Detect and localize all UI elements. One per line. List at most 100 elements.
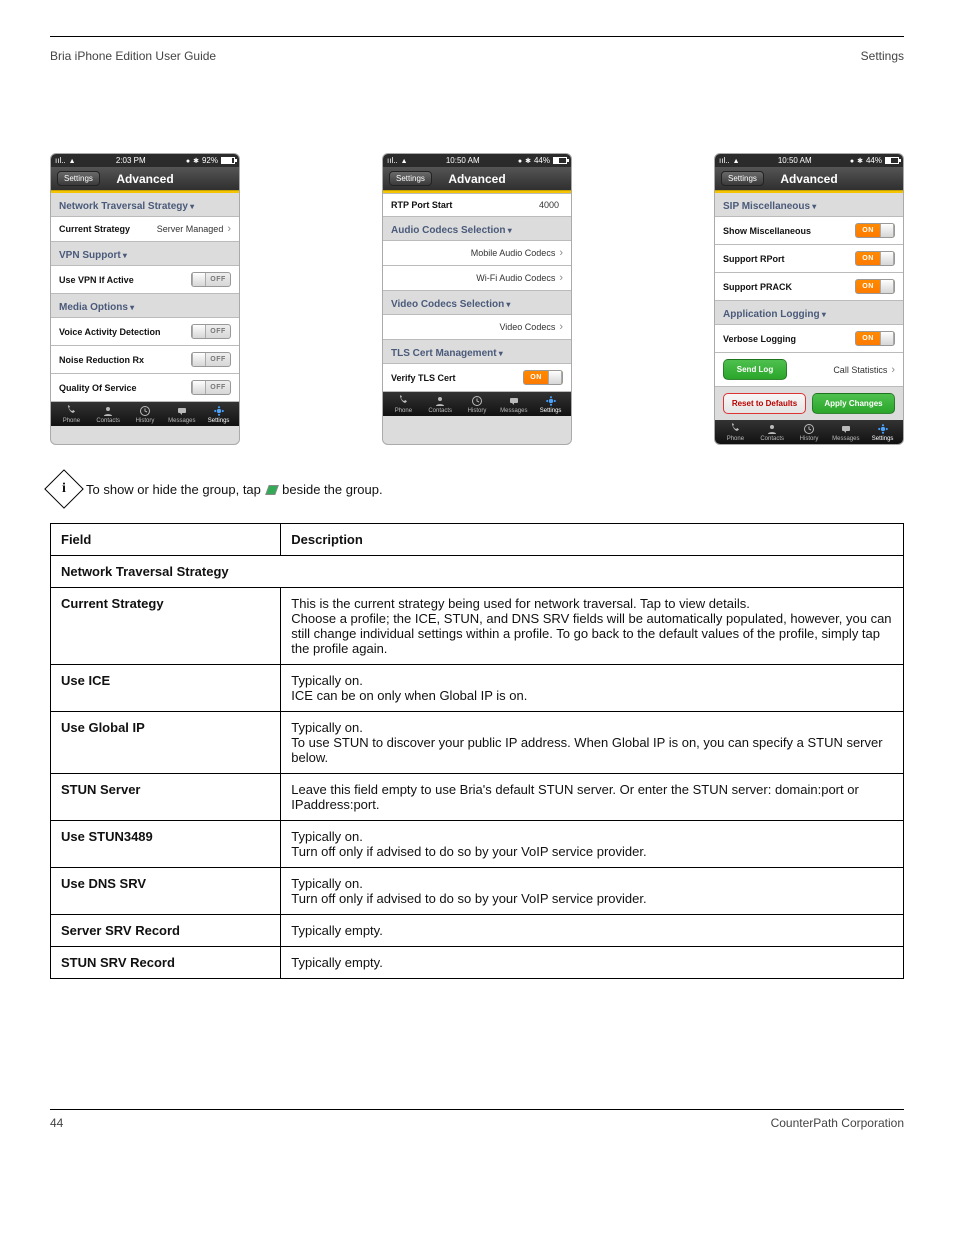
tab-phone[interactable]: Phone	[53, 405, 90, 424]
tab-phone[interactable]: Phone	[717, 423, 754, 442]
action-button-bar: Reset to Defaults Apply Changes	[715, 387, 903, 420]
section-header[interactable]: Network Traversal Strategy	[51, 193, 239, 216]
setting-row[interactable]: RTP Port Start 4000	[383, 193, 571, 217]
field-name: Use DNS SRV	[51, 868, 281, 915]
tab-settings[interactable]: Settings	[864, 423, 901, 442]
field-desc: Typically on.ICE can be on only when Glo…	[281, 665, 904, 712]
setting-row[interactable]: Mobile Audio Codecs	[383, 240, 571, 266]
batt-pct: 44%	[866, 156, 882, 165]
field-name: Current Strategy	[51, 588, 281, 665]
settings-icon	[544, 395, 558, 407]
setting-row[interactable]: Current StrategyServer Managed	[51, 216, 239, 242]
chevron-right-icon	[891, 364, 895, 376]
info-text: To show or hide the group, tap beside th…	[86, 482, 383, 497]
toggle-switch[interactable]: OFF	[191, 324, 231, 339]
toggle-switch[interactable]: ON	[855, 279, 895, 294]
back-button[interactable]: Settings	[57, 171, 100, 186]
tab-messages[interactable]: Messages	[495, 395, 532, 414]
reset-defaults-button[interactable]: Reset to Defaults	[723, 393, 806, 414]
field-desc: Leave this field empty to use Bria's def…	[281, 774, 904, 821]
setting-value: 4000	[539, 200, 559, 210]
settings-icon	[876, 423, 890, 435]
setting-label: Noise Reduction Rx	[59, 355, 144, 365]
setting-row: Use VPN If Active OFF	[51, 265, 239, 294]
section-header[interactable]: TLS Cert Management	[383, 340, 571, 363]
setting-row: Verbose LoggingON	[715, 324, 903, 353]
setting-value: Mobile Audio Codecs	[471, 248, 556, 258]
status-bar: ııl.. 10:50 AM 44%	[715, 154, 903, 167]
setting-value: Server Managed	[157, 224, 224, 234]
table-row: Use STUN3489Typically on.Turn off only i…	[51, 821, 904, 868]
tab-phone[interactable]: Phone	[385, 395, 422, 414]
field-desc: Typically on.Turn off only if advised to…	[281, 868, 904, 915]
tab-history[interactable]: History	[791, 423, 828, 442]
field-name: Use ICE	[51, 665, 281, 712]
tab-settings[interactable]: Settings	[200, 405, 237, 424]
contacts-icon	[765, 423, 779, 435]
toggle-switch[interactable]: OFF	[191, 352, 231, 367]
section-header[interactable]: Audio Codecs Selection	[383, 217, 571, 240]
tab-history[interactable]: History	[459, 395, 496, 414]
apply-changes-button[interactable]: Apply Changes	[812, 393, 895, 414]
disclosure-icon	[265, 485, 279, 495]
field-name: Use Global IP	[51, 712, 281, 774]
section-header[interactable]: Video Codecs Selection	[383, 291, 571, 314]
tab-contacts[interactable]: Contacts	[754, 423, 791, 442]
tab-messages[interactable]: Messages	[163, 405, 200, 424]
toggle-switch[interactable]: ON	[523, 370, 563, 385]
table-row: Server SRV RecordTypically empty.	[51, 915, 904, 947]
chevron-right-icon	[559, 272, 563, 284]
setting-row: Voice Activity DetectionOFF	[51, 317, 239, 346]
setting-row[interactable]: Wi-Fi Audio Codecs	[383, 266, 571, 291]
section-header[interactable]: VPN Support	[51, 242, 239, 265]
toggle-switch[interactable]: OFF	[191, 272, 231, 287]
phone-icon	[728, 423, 742, 435]
messages-icon	[839, 423, 853, 435]
section-header[interactable]: Media Options	[51, 294, 239, 317]
status-time: 2:03 PM	[116, 156, 146, 165]
lock-icon	[186, 156, 190, 165]
tab-contacts[interactable]: Contacts	[422, 395, 459, 414]
battery-icon	[221, 157, 235, 164]
contacts-icon	[433, 395, 447, 407]
status-time: 10:50 AM	[778, 156, 812, 165]
toggle-switch[interactable]: ON	[855, 331, 895, 346]
section-header[interactable]: Application Logging	[715, 301, 903, 324]
doc-section: Settings	[861, 49, 904, 63]
field-desc: Typically on.Turn off only if advised to…	[281, 821, 904, 868]
history-icon	[802, 423, 816, 435]
battery-icon	[885, 157, 899, 164]
battery-icon	[553, 157, 567, 164]
setting-label: RTP Port Start	[391, 200, 452, 210]
send-log-button[interactable]: Send Log	[723, 359, 787, 380]
signal-icon: ııl..	[55, 156, 66, 165]
tab-messages[interactable]: Messages	[827, 423, 864, 442]
tab-history[interactable]: History	[127, 405, 164, 424]
table-row: Current StrategyThis is the current stra…	[51, 588, 904, 665]
tab-contacts[interactable]: Contacts	[90, 405, 127, 424]
toggle-switch[interactable]: OFF	[191, 380, 231, 395]
toggle-switch[interactable]: ON	[855, 251, 895, 266]
table-row: Use ICETypically on.ICE can be on only w…	[51, 665, 904, 712]
table-section: Network Traversal Strategy	[51, 556, 904, 588]
setting-label: Verify TLS Cert	[391, 373, 456, 383]
call-statistics[interactable]: Call Statistics	[833, 365, 887, 375]
setting-row: Support RPortON	[715, 245, 903, 273]
tab-settings[interactable]: Settings	[532, 395, 569, 414]
footer-page: 44	[50, 1116, 63, 1130]
setting-row: Support PRACKON	[715, 273, 903, 301]
batt-pct: 92%	[202, 156, 218, 165]
section-header[interactable]: SIP Miscellaneous	[715, 193, 903, 216]
table-row: STUN ServerLeave this field empty to use…	[51, 774, 904, 821]
setting-label: Quality Of Service	[59, 383, 137, 393]
setting-value: Video Codecs	[499, 322, 555, 332]
setting-label: Use VPN If Active	[59, 275, 134, 285]
wifi-icon	[69, 156, 76, 165]
toggle-switch[interactable]: ON	[855, 223, 895, 238]
back-button[interactable]: Settings	[389, 171, 432, 186]
settings-icon	[212, 405, 226, 417]
setting-row[interactable]: Video Codecs	[383, 314, 571, 340]
chevron-right-icon	[559, 321, 563, 333]
setting-row: Quality Of Service OFF	[51, 374, 239, 402]
back-button[interactable]: Settings	[721, 171, 764, 186]
